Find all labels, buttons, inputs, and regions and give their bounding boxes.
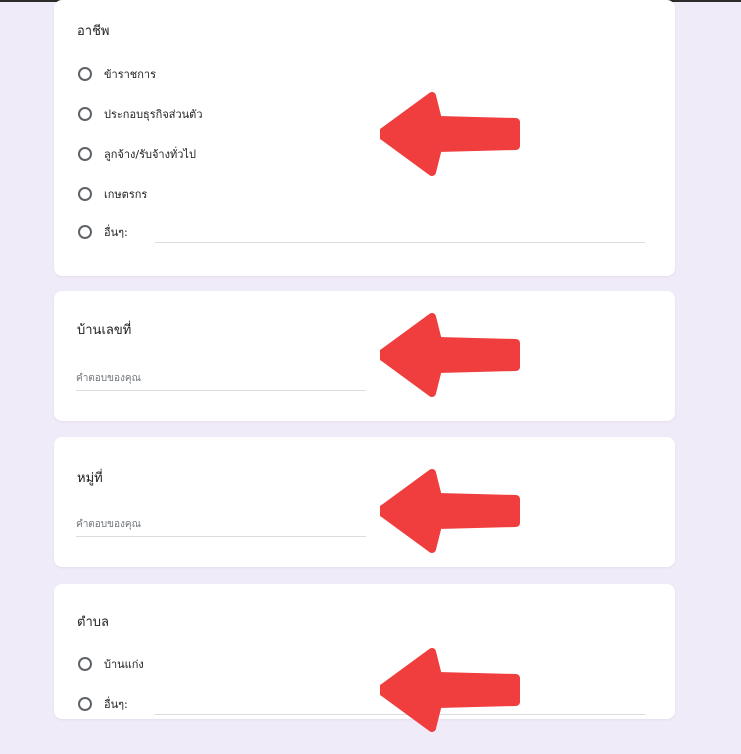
left-arrow-icon bbox=[380, 313, 520, 397]
question-card-occupation: อาชีพ ข้าราชการ ประกอบธุรกิจส่วนตัว ลูกจ… bbox=[54, 0, 675, 276]
radio-button-icon[interactable] bbox=[78, 187, 92, 201]
radio-button-icon[interactable] bbox=[78, 657, 92, 671]
question-card-house-number: บ้านเลขที่ คำตอบของคุณ bbox=[54, 291, 675, 421]
answer-input-house-number[interactable]: คำตอบของคุณ bbox=[76, 371, 141, 386]
option-ban-kaeng[interactable]: บ้านแก่ง bbox=[78, 654, 144, 674]
option-private-business[interactable]: ประกอบธุรกิจส่วนตัว bbox=[78, 104, 203, 124]
left-arrow-icon bbox=[380, 92, 520, 176]
answer-underline bbox=[76, 536, 366, 537]
question-title-occupation: อาชีพ bbox=[77, 24, 110, 39]
answer-input-village-no[interactable]: คำตอบของคุณ bbox=[76, 517, 141, 532]
option-label: เกษตรกร bbox=[104, 188, 148, 201]
option-label: ลูกจ้าง/รับจ้างทั่วไป bbox=[104, 148, 196, 161]
question-title-house-number: บ้านเลขที่ bbox=[77, 323, 132, 338]
radio-button-icon[interactable] bbox=[78, 697, 92, 711]
radio-button-icon[interactable] bbox=[78, 67, 92, 81]
question-title-village-no: หมู่ที่ bbox=[77, 471, 103, 486]
other-text-input[interactable] bbox=[155, 242, 645, 243]
answer-underline bbox=[76, 390, 366, 391]
left-arrow-icon bbox=[380, 469, 520, 553]
option-label: ข้าราชการ bbox=[104, 68, 156, 81]
option-other[interactable]: อื่นๆ: bbox=[78, 694, 128, 714]
radio-button-icon[interactable] bbox=[78, 107, 92, 121]
option-farmer[interactable]: เกษตรกร bbox=[78, 184, 147, 204]
question-card-village-no: หมู่ที่ คำตอบของคุณ bbox=[54, 437, 675, 567]
option-employee[interactable]: ลูกจ้าง/รับจ้างทั่วไป bbox=[78, 144, 196, 164]
left-arrow-icon bbox=[380, 648, 520, 732]
question-card-subdistrict: ตำบล บ้านแก่ง อื่นๆ: bbox=[54, 584, 675, 732]
question-title-subdistrict: ตำบล bbox=[77, 615, 109, 630]
radio-button-icon[interactable] bbox=[78, 147, 92, 161]
option-label: อื่นๆ: bbox=[104, 698, 128, 711]
radio-button-icon[interactable] bbox=[78, 225, 92, 239]
option-label: ประกอบธุรกิจส่วนตัว bbox=[104, 108, 203, 121]
option-label: อื่นๆ: bbox=[104, 226, 128, 239]
option-other[interactable]: อื่นๆ: bbox=[78, 222, 128, 242]
option-label: บ้านแก่ง bbox=[104, 658, 144, 671]
option-civil-servant[interactable]: ข้าราชการ bbox=[78, 64, 156, 84]
